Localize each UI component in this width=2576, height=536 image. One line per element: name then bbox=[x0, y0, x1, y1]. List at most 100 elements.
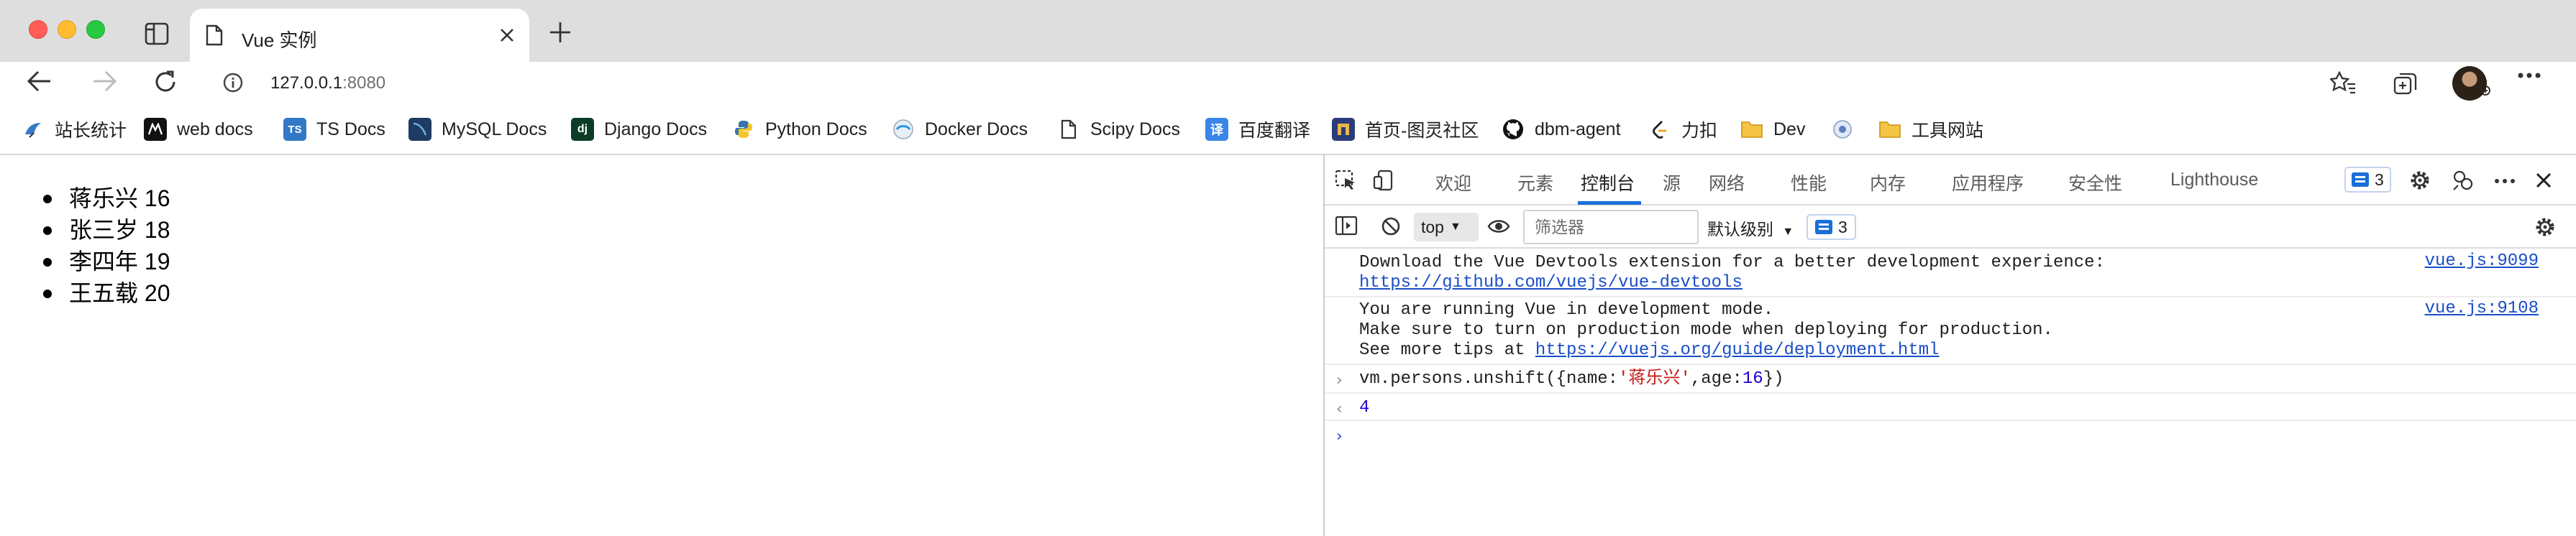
console-prompt[interactable]: › bbox=[1325, 421, 2576, 450]
context-select[interactable]: top ▼ bbox=[1414, 213, 1479, 241]
bookmark-item[interactable]: 站长统计 bbox=[22, 115, 127, 144]
console-link[interactable]: https://vuejs.org/guide/deployment.html bbox=[1535, 341, 1940, 360]
person-item: 王五载 20 bbox=[40, 277, 170, 309]
show-sidebar-icon[interactable] bbox=[1335, 216, 1358, 236]
window-minimize-button[interactable] bbox=[58, 20, 76, 39]
person-item: 李四年 19 bbox=[40, 246, 170, 277]
url-host: 127.0.0.1 bbox=[270, 73, 343, 93]
bookmark-item[interactable]: 译 百度翻译 bbox=[1205, 115, 1310, 144]
bookmark-item[interactable]: Scipy Docs bbox=[1057, 115, 1180, 144]
code-token: ,age: bbox=[1690, 369, 1743, 389]
python-icon bbox=[732, 118, 755, 141]
console-source-link[interactable]: vue.js:9099 bbox=[2425, 251, 2539, 272]
address-bar[interactable]: 127.0.0.1:8080 bbox=[209, 65, 2490, 101]
devtools-tab[interactable]: 内存 bbox=[1870, 170, 1906, 195]
result-chevron-icon: ‹ bbox=[1336, 400, 1343, 418]
devtools-tab[interactable]: 源 bbox=[1663, 170, 1681, 195]
bookmark-item[interactable]: Docker Docs bbox=[892, 115, 1028, 144]
browser-tab[interactable]: Vue 实例 bbox=[190, 9, 529, 62]
devtools-tab[interactable]: 安全性 bbox=[2068, 170, 2122, 195]
code-token: vm.persons.unshift({name: bbox=[1359, 369, 1619, 389]
devtools-tab-active[interactable]: 控制台 bbox=[1581, 170, 1635, 195]
bookmark-label: Docker Docs bbox=[925, 119, 1028, 139]
feedback-icon[interactable] bbox=[2451, 170, 2474, 191]
bookmark-item[interactable]: dbm-agent bbox=[1502, 115, 1621, 144]
devtools-tab[interactable]: Lighthouse bbox=[2170, 170, 2258, 190]
bookmark-item[interactable]: Python Docs bbox=[732, 115, 867, 144]
more-tools-icon[interactable] bbox=[2494, 178, 2516, 184]
console-issues-badge[interactable]: 3 bbox=[1807, 214, 1856, 240]
console-filter-input[interactable] bbox=[1523, 210, 1699, 244]
console-message-text: Make sure to turn on production mode whe… bbox=[1359, 320, 2053, 340]
settings-gear-icon[interactable] bbox=[2409, 170, 2431, 191]
console-result: ‹ 4 bbox=[1325, 394, 2576, 421]
devtools-tab[interactable]: 网络 bbox=[1709, 170, 1745, 195]
url-port: :8080 bbox=[342, 73, 386, 93]
bookmark-label: 百度翻译 bbox=[1238, 121, 1311, 141]
bookmark-label: 首页-图灵社区 bbox=[1365, 121, 1479, 141]
favorites-icon[interactable] bbox=[2330, 71, 2356, 94]
devtools-tab[interactable]: 性能 bbox=[1791, 170, 1827, 195]
devtools-tab[interactable]: 元素 bbox=[1517, 170, 1553, 195]
profile-avatar[interactable] bbox=[2452, 66, 2487, 101]
leetcode-icon bbox=[1648, 118, 1671, 141]
collections-icon[interactable] bbox=[2393, 71, 2418, 96]
bookmarks-bar: 站长统计 web docs TS TS Docs MySQL Docs dj D… bbox=[0, 103, 2576, 155]
bookmark-label: TS Docs bbox=[316, 119, 385, 139]
close-tab-icon[interactable] bbox=[499, 27, 515, 43]
new-tab-icon[interactable] bbox=[548, 20, 572, 45]
url-text[interactable]: 127.0.0.1:8080 bbox=[270, 73, 385, 93]
devtools-tab[interactable]: 应用程序 bbox=[1952, 170, 2024, 195]
bookmark-item[interactable]: MySQL Docs bbox=[408, 115, 547, 144]
site-info-icon[interactable] bbox=[223, 73, 243, 93]
devtools-tab[interactable]: 欢迎 bbox=[1435, 170, 1471, 195]
bookmark-item[interactable] bbox=[1831, 115, 1864, 144]
bookmark-item[interactable]: dj Django Docs bbox=[571, 115, 707, 144]
bookmark-item[interactable]: 力扣 bbox=[1648, 115, 1717, 144]
devtools-panel: 欢迎 元素 控制台 源 网络 性能 内存 应用程序 安全性 Lighthouse… bbox=[1323, 155, 2576, 536]
tab-actions-icon[interactable] bbox=[142, 21, 171, 47]
dropdown-arrow-icon: ▼ bbox=[1782, 226, 1794, 238]
github-icon bbox=[1502, 118, 1525, 141]
console-toolbar: top ▼ 默认级别 ▼ 3 bbox=[1325, 205, 2576, 249]
bird-icon bbox=[22, 118, 45, 141]
console-source-link[interactable]: vue.js:9108 bbox=[2425, 299, 2539, 319]
log-level-select[interactable]: 默认级别 ▼ bbox=[1707, 216, 1794, 240]
page-viewport: 蒋乐兴 16 张三岁 18 李四年 19 王五载 20 bbox=[0, 155, 1323, 536]
bookmark-item[interactable]: 工具网站 bbox=[1878, 115, 1983, 144]
folder-icon bbox=[1740, 118, 1763, 141]
message-icon bbox=[2352, 172, 2369, 187]
bookmark-item[interactable]: 首页-图灵社区 bbox=[1332, 115, 1479, 144]
folder-icon bbox=[1878, 118, 1901, 141]
code-string: '蒋乐兴' bbox=[1618, 369, 1691, 389]
code-number: 16 bbox=[1742, 369, 1763, 389]
close-devtools-icon[interactable] bbox=[2536, 172, 2552, 188]
forward-arrow-icon[interactable] bbox=[91, 69, 118, 93]
more-options-icon[interactable] bbox=[2517, 72, 2541, 79]
bookmark-item[interactable]: TS TS Docs bbox=[283, 115, 385, 144]
person-list: 蒋乐兴 16 张三岁 18 李四年 19 王五载 20 bbox=[40, 182, 170, 309]
issues-badge[interactable]: 3 bbox=[2344, 167, 2391, 193]
back-arrow-icon[interactable] bbox=[26, 69, 53, 93]
console-issues-count: 3 bbox=[1838, 217, 1847, 236]
bookmark-item[interactable]: web docs bbox=[144, 115, 253, 144]
window-maximize-button[interactable] bbox=[86, 20, 105, 39]
console-link[interactable]: https://github.com/vuejs/vue-devtools bbox=[1359, 273, 1743, 292]
message-icon bbox=[1815, 220, 1832, 234]
devtools-tab-bar: 欢迎 元素 控制台 源 网络 性能 内存 应用程序 安全性 Lighthouse… bbox=[1325, 155, 2576, 205]
bookmark-label: Scipy Docs bbox=[1090, 119, 1181, 139]
bookmark-item[interactable]: Dev bbox=[1740, 115, 1805, 144]
reload-icon[interactable] bbox=[152, 69, 178, 95]
console-settings-gear-icon[interactable] bbox=[2534, 216, 2556, 238]
live-expression-eye-icon[interactable] bbox=[1487, 218, 1510, 235]
page-icon bbox=[1057, 118, 1080, 141]
inspect-element-icon[interactable] bbox=[1335, 170, 1358, 191]
device-toolbar-icon[interactable] bbox=[1372, 170, 1395, 191]
window-close-button[interactable] bbox=[29, 20, 47, 39]
console-message-text: You are running Vue in development mode. bbox=[1359, 300, 1774, 320]
log-level-value: 默认级别 bbox=[1707, 220, 1773, 239]
ts-icon: TS bbox=[283, 118, 306, 141]
console-message: You are running Vue in development mode.… bbox=[1325, 297, 2576, 365]
code-token: }) bbox=[1763, 369, 1784, 389]
clear-console-icon[interactable] bbox=[1381, 216, 1401, 236]
